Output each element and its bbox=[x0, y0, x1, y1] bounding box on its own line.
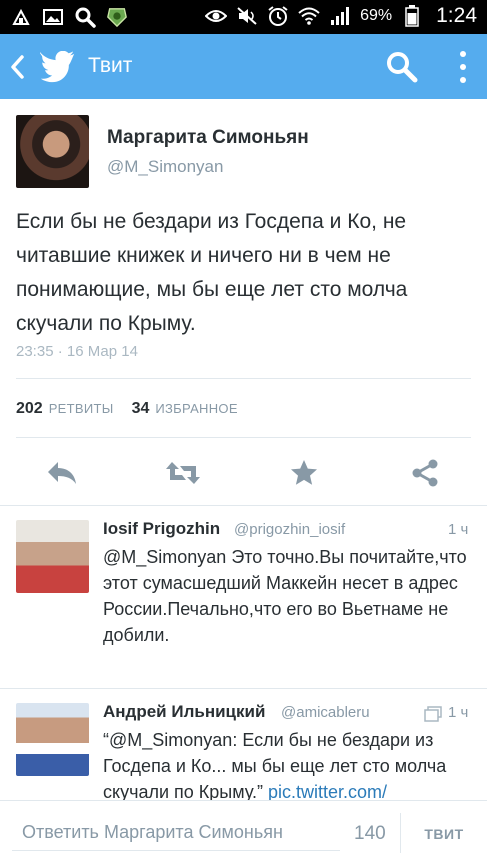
reply-avatar[interactable] bbox=[16, 703, 89, 776]
divider bbox=[16, 437, 471, 438]
reply-text: “@M_Simonyan: Если бы не бездари из Госд… bbox=[103, 727, 475, 805]
wifi-icon bbox=[298, 5, 320, 27]
reply-author-name[interactable]: Андрей Ильницкий bbox=[103, 702, 265, 722]
tweet-actions bbox=[0, 450, 487, 495]
status-left-icons bbox=[10, 6, 128, 28]
alarm-icon bbox=[267, 5, 289, 27]
share-icon[interactable] bbox=[410, 458, 444, 488]
clock: 1:24 bbox=[436, 4, 477, 27]
author-handle[interactable]: @M_Simonyan bbox=[107, 157, 223, 177]
author-name[interactable]: Маргарита Симоньян bbox=[107, 127, 309, 149]
tweet-button[interactable]: ТВИТ bbox=[410, 815, 478, 853]
status-bar: 69% 1:24 bbox=[0, 0, 487, 34]
divider bbox=[400, 813, 401, 853]
compose-bar: 140 ТВИТ bbox=[0, 800, 487, 865]
retweets-label[interactable]: РЕТВИТЫ bbox=[49, 401, 114, 416]
reply-author-name[interactable]: Iosif Prigozhin bbox=[103, 519, 220, 539]
app-notification-icon bbox=[106, 6, 128, 28]
overflow-menu-icon[interactable] bbox=[452, 48, 474, 86]
retweet-icon[interactable] bbox=[164, 458, 202, 488]
gallery-icon bbox=[42, 6, 64, 28]
eye-icon bbox=[205, 5, 228, 27]
tweet-stats: 202 РЕТВИТЫ 34 ИЗБРАННОЕ bbox=[16, 400, 250, 418]
twitter-bird-icon[interactable] bbox=[39, 50, 76, 83]
usb-debug-icon bbox=[10, 6, 32, 28]
tweet-text: Если бы не бездари из Госдепа и Ко, не ч… bbox=[16, 210, 408, 335]
retweets-count[interactable]: 202 bbox=[16, 400, 43, 418]
favorites-label[interactable]: ИЗБРАННОЕ bbox=[155, 401, 237, 416]
favorite-star-icon[interactable] bbox=[289, 458, 323, 488]
reply-time: 1 ч bbox=[448, 521, 469, 538]
reply-icon[interactable] bbox=[45, 458, 79, 488]
search-notification-icon bbox=[74, 6, 96, 28]
reply-text: @M_Simonyan Это точно.Вы почитайте,что э… bbox=[103, 547, 467, 645]
reply-input[interactable] bbox=[12, 815, 340, 851]
photo-attachment-icon bbox=[424, 706, 442, 722]
character-count: 140 bbox=[354, 823, 386, 844]
favorites-count[interactable]: 34 bbox=[132, 400, 150, 418]
reply-link[interactable]: pic.twitter.com/ bbox=[268, 782, 387, 802]
divider bbox=[0, 688, 487, 689]
back-chevron-icon[interactable] bbox=[6, 53, 28, 81]
signal-icon bbox=[329, 5, 351, 27]
battery-percent: 69% bbox=[360, 7, 393, 24]
reply-author-handle[interactable]: @prigozhin_iosif bbox=[234, 521, 345, 538]
screen-title: Твит bbox=[88, 54, 133, 77]
battery-icon bbox=[401, 5, 423, 27]
search-icon[interactable] bbox=[385, 50, 419, 84]
reply-author-handle[interactable]: @amicableru bbox=[281, 704, 370, 721]
author-avatar[interactable] bbox=[16, 115, 89, 188]
action-bar: Твит bbox=[0, 34, 487, 99]
tweet-timestamp: 23:35 · 16 Мар 14 bbox=[16, 343, 138, 360]
status-right-icons: 69% 1:24 bbox=[205, 4, 477, 28]
divider bbox=[16, 378, 471, 379]
reply-avatar[interactable] bbox=[16, 520, 89, 593]
mute-icon bbox=[236, 5, 258, 27]
divider bbox=[0, 505, 487, 506]
reply-time: 1 ч bbox=[448, 704, 469, 721]
